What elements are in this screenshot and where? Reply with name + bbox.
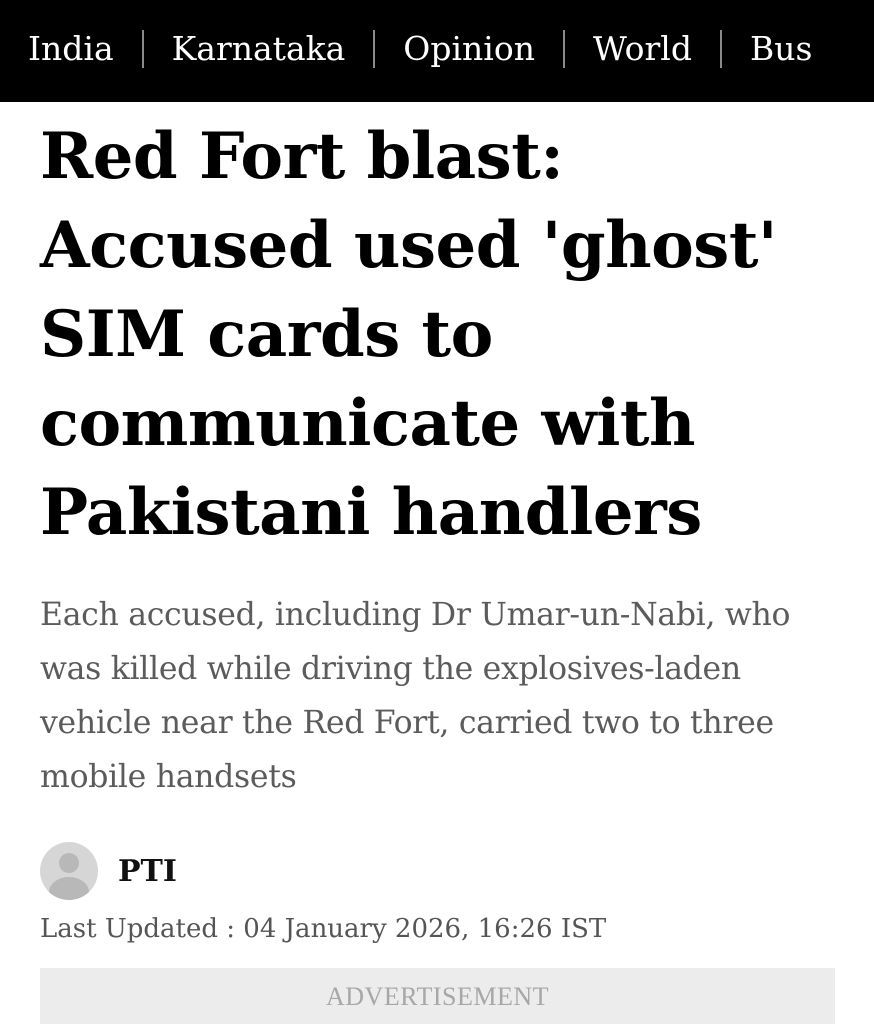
nav-divider [562, 30, 565, 68]
article-headline: Red Fort blast: Accused used 'ghost' SIM… [40, 119, 777, 550]
nav-items: India Karnataka Opinion World Bus [28, 27, 812, 71]
avatar-body-shape [49, 877, 89, 900]
advertisement-label: ADVERTISEMENT [325, 982, 550, 1011]
advertisement-slot: ADVERTISEMENT [40, 968, 835, 1024]
top-nav-bar: India Karnataka Opinion World Bus [0, 0, 874, 102]
avatar-head-shape [59, 853, 79, 873]
article-summary: Each accused, including Dr Umar-un-Nabi,… [40, 597, 791, 795]
byline: PTI [40, 842, 177, 900]
nav-item-opinion[interactable]: Opinion [403, 27, 535, 71]
nav-divider [719, 30, 722, 68]
nav-item-india[interactable]: India [28, 27, 114, 71]
nav-item-world[interactable]: World [593, 27, 692, 71]
nav-item-business[interactable]: Bus [750, 27, 812, 71]
article-header: Red Fort blast: Accused used 'ghost' SIM… [40, 112, 840, 557]
nav-item-karnataka[interactable]: Karnataka [172, 27, 346, 71]
nav-divider [141, 30, 144, 68]
user-avatar-icon [40, 842, 98, 900]
nav-divider [373, 30, 376, 68]
last-updated-timestamp: Last Updated : 04 January 2026, 16:26 IS… [40, 914, 607, 944]
author-name[interactable]: PTI [118, 854, 177, 889]
